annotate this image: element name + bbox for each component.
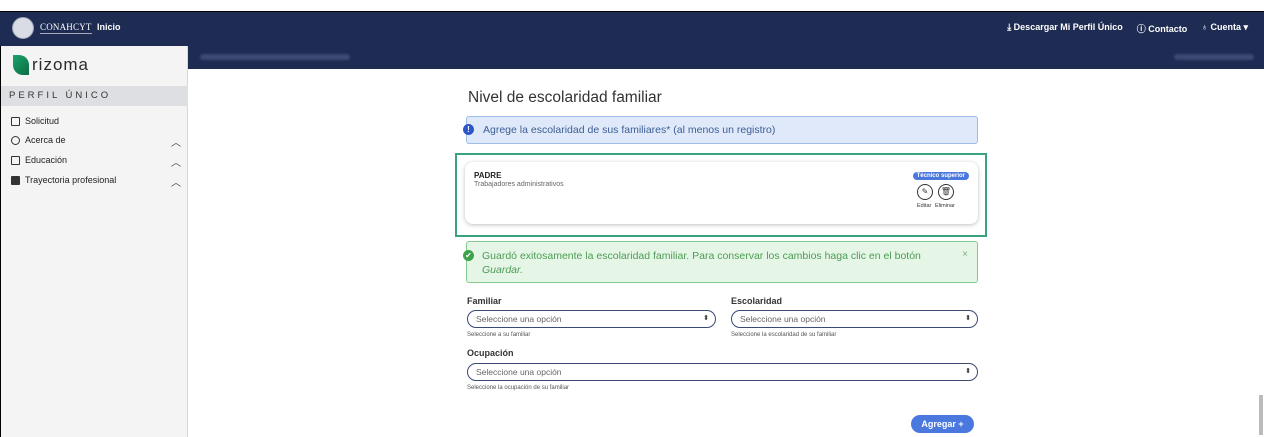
account-menu[interactable]: ♁ Cuenta ▾ — [1201, 22, 1248, 35]
escolaridad-helper: Seleccione la escolaridad de su familiar — [731, 332, 837, 338]
sidebar: rizoma PERFIL ÚNICO Solicitud Acerca de … — [0, 46, 188, 437]
contact-link[interactable]: ⓘ Contacto — [1137, 22, 1188, 35]
sidebar-item-acerca-de[interactable]: Acerca de ︿ — [11, 135, 181, 149]
redacted-user-id — [1174, 54, 1254, 60]
home-link[interactable]: Inicio — [97, 22, 121, 32]
sidebar-item-solicitud[interactable]: Solicitud — [11, 116, 181, 126]
ocupacion-helper: Seleccione la ocupación de su familiar — [467, 385, 570, 391]
page-title: Nivel de escolaridad familiar — [468, 89, 662, 106]
delete-button-label[interactable]: Eliminar — [935, 203, 955, 209]
familiar-select[interactable]: Seleccione una opción ⬍ — [467, 310, 716, 328]
family-record-card: PADRE Trabajadores administrativos Técni… — [465, 162, 978, 224]
success-alert-text: Guardó exitosamente la escolaridad famil… — [482, 250, 921, 262]
sidebar-item-educacion[interactable]: Educación ︿ — [11, 155, 181, 169]
escolaridad-label: Escolaridad — [731, 296, 783, 306]
sidebar-item-label: Trayectoria profesional — [25, 175, 117, 185]
info-icon: ! — [463, 124, 474, 135]
sidebar-item-label: Acerca de — [25, 135, 66, 145]
download-profile-link[interactable]: ⤓ Descargar Mi Perfil Único — [1007, 22, 1123, 35]
user-info-bar — [188, 46, 1264, 69]
escolaridad-select-value: Seleccione una opción — [740, 314, 826, 324]
top-navbar: CONAHCYT Inicio ⤓ Descargar Mi Perfil Ún… — [0, 11, 1264, 46]
redacted-user-name — [200, 54, 350, 60]
user-icon — [11, 135, 20, 145]
familiar-select-value: Seleccione una opción — [476, 314, 562, 324]
sidebar-item-label: Solicitud — [25, 116, 60, 126]
document-icon — [11, 116, 20, 126]
rizoma-logo[interactable]: rizoma — [13, 55, 89, 75]
familiar-label: Familiar — [467, 296, 502, 306]
brand[interactable]: CONAHCYT — [12, 17, 92, 39]
sidebar-section-title: PERFIL ÚNICO — [1, 86, 188, 106]
sidebar-item-label: Educación — [25, 155, 68, 165]
chevron-up-icon[interactable]: ︿ — [171, 174, 181, 189]
edit-icon[interactable]: ✎ — [917, 184, 933, 200]
add-button[interactable]: Agregar + — [911, 415, 974, 433]
top-nav-links: ⤓ Descargar Mi Perfil Único ⓘ Contacto ♁… — [1007, 22, 1248, 35]
success-alert: ✔ Guardó exitosamente la escolaridad fam… — [463, 241, 978, 283]
close-icon[interactable]: × — [962, 248, 968, 262]
edit-button-label[interactable]: Editar — [917, 203, 931, 209]
rizoma-logo-icon — [13, 55, 29, 75]
sidebar-item-trayectoria[interactable]: Trayectoria profesional ︿ — [11, 175, 181, 189]
book-icon — [11, 155, 20, 165]
chevron-up-icon[interactable]: ︿ — [171, 134, 181, 149]
ocupacion-select[interactable]: Seleccione una opción ⬍ — [467, 363, 978, 381]
scrollbar-thumb[interactable] — [1259, 395, 1263, 435]
main-content: Nivel de escolaridad familiar ! Agrege l… — [188, 69, 1264, 437]
education-level-badge: Técnico superior — [912, 172, 969, 180]
logo-text: rizoma — [32, 55, 90, 74]
ocupacion-label: Ocupación — [467, 348, 514, 358]
familiar-helper: Seleccione a su familiar — [467, 332, 531, 338]
government-seal-icon — [12, 17, 34, 39]
escolaridad-select[interactable]: Seleccione una opción ⬍ — [731, 310, 978, 328]
select-arrow-icon: ⬍ — [703, 315, 709, 322]
brand-name: CONAHCYT — [40, 22, 92, 34]
record-occupation: Trabajadores administrativos — [474, 181, 564, 188]
check-icon: ✔ — [463, 250, 474, 261]
record-relation: PADRE — [474, 171, 502, 180]
select-arrow-icon: ⬍ — [965, 368, 971, 375]
success-alert-emphasis: Guardar. — [482, 264, 524, 276]
ocupacion-select-value: Seleccione una opción — [476, 367, 562, 377]
delete-icon[interactable]: 🗑 — [938, 184, 954, 200]
select-arrow-icon: ⬍ — [965, 315, 971, 322]
chevron-up-icon[interactable]: ︿ — [171, 154, 181, 169]
briefcase-icon — [11, 175, 20, 185]
info-alert-text: Agrege la escolaridad de sus familiares*… — [483, 124, 776, 136]
info-alert: ! Agrege la escolaridad de sus familiare… — [463, 116, 978, 144]
